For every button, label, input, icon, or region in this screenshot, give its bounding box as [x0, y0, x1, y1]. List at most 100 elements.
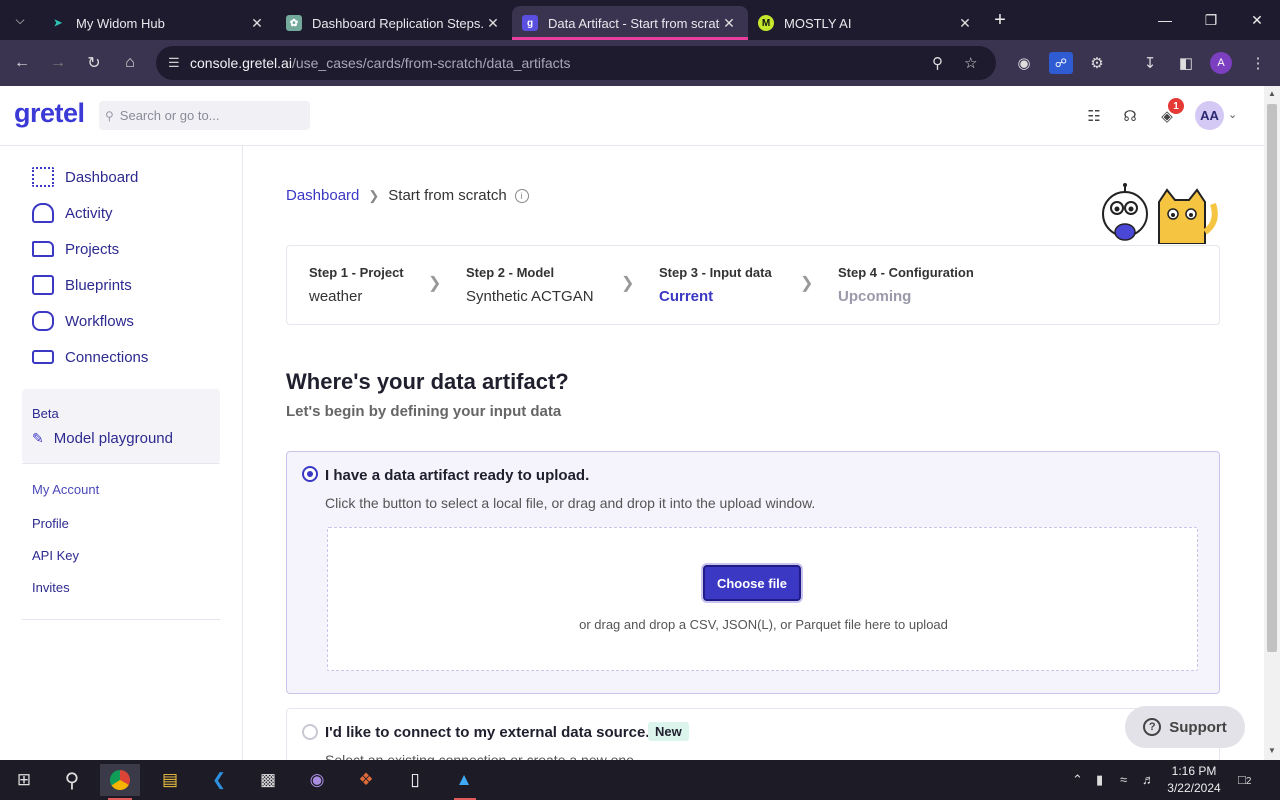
step-value: Current [659, 288, 714, 305]
scroll-thumb[interactable] [1267, 104, 1277, 652]
gretel-logo[interactable]: gretel [14, 98, 85, 129]
upload-dropzone[interactable]: Choose file or drag and drop a CSV, JSON… [327, 527, 1198, 671]
browser-tab[interactable]: ✿ Dashboard Replication Steps. ✕ [276, 6, 512, 40]
bookmark-star-icon[interactable]: ☆ [964, 54, 977, 72]
github-desktop-icon[interactable]: ◉ [297, 764, 337, 796]
page-scrollbar[interactable]: ▲ ▼ [1264, 86, 1280, 760]
upload-option-radio[interactable] [302, 466, 318, 482]
upload-option-description: Click the button to select a local file,… [325, 495, 816, 511]
headset-icon[interactable]: ☊ [1120, 106, 1140, 126]
invites-link[interactable]: Invites [32, 580, 70, 595]
connect-option-card[interactable]: I'd like to connect to my external data … [286, 708, 1220, 768]
step-2[interactable]: Step 2 - Model Synthetic ACTGAN [466, 265, 594, 305]
sidebar-item-blueprints[interactable]: Blueprints [32, 273, 132, 297]
notepad-icon[interactable]: ▯ [395, 764, 435, 796]
close-tab-icon[interactable]: ✕ [484, 15, 502, 32]
docs-book-icon[interactable]: ☷ [1084, 106, 1104, 126]
scroll-up-icon[interactable]: ▲ [1264, 89, 1280, 98]
url-path: /use_cases/cards/from-scratch/data_artif… [291, 55, 571, 71]
file-explorer-icon[interactable]: ▤ [150, 764, 190, 796]
step-1[interactable]: Step 1 - Project weather [309, 265, 404, 305]
reload-icon[interactable]: ↻ [76, 45, 112, 81]
bitwarden-extension-icon[interactable]: ☍ [1049, 52, 1073, 74]
notification-count: 2 [1245, 776, 1252, 787]
chevron-right-icon: ❯ [368, 187, 380, 203]
close-tab-icon[interactable]: ✕ [248, 15, 266, 32]
step-title: Step 4 - Configuration [838, 265, 974, 280]
notification-center-icon[interactable]: □2 [1238, 772, 1251, 787]
restore-icon[interactable]: ❐ [1188, 0, 1234, 40]
url-host: console.gretel.ai [190, 55, 292, 71]
scroll-down-icon[interactable]: ▼ [1264, 746, 1280, 755]
browser-tab[interactable]: ➤ My Widom Hub ✕ [40, 6, 276, 40]
chrome-taskbar-icon[interactable] [100, 764, 140, 800]
new-tab-icon[interactable]: + [984, 9, 1016, 32]
profile-link[interactable]: Profile [32, 516, 69, 531]
clock-time: 1:16 PM [1171, 764, 1217, 778]
site-settings-icon[interactable]: ☰ [168, 55, 190, 71]
wifi-icon[interactable]: ≈ [1120, 772, 1127, 787]
extension-icon[interactable]: ◉ [1012, 52, 1036, 74]
sidebar-item-label: Model playground [53, 430, 173, 447]
side-panel-icon[interactable]: ◧ [1174, 52, 1198, 74]
tab-search-chevron-icon[interactable]: ⌵ [0, 0, 40, 40]
photos-icon[interactable]: ▲ [444, 764, 484, 796]
browser-menu-icon[interactable]: ⋮ [1246, 52, 1270, 74]
search-icon: ⚲ [105, 108, 114, 123]
address-bar[interactable]: ☰ console.gretel.ai/use_cases/cards/from… [156, 46, 996, 80]
close-window-icon[interactable]: ✕ [1234, 0, 1280, 40]
taskbar-clock[interactable]: 1:16 PM 3/22/2024 [1166, 763, 1222, 797]
minimize-icon[interactable]: — [1142, 0, 1188, 40]
forward-arrow-icon[interactable]: → [40, 45, 76, 81]
windows-start-icon[interactable]: ⊞ [4, 764, 44, 796]
sidebar-item-label: Dashboard [65, 168, 139, 186]
search-input[interactable] [119, 108, 300, 123]
sidebar-item-dashboard[interactable]: Dashboard [32, 165, 138, 189]
extensions-puzzle-icon[interactable]: ⚙ [1085, 52, 1109, 74]
download-icon[interactable]: ↧ [1138, 52, 1162, 74]
chatgpt-favicon-icon: ✿ [286, 15, 302, 31]
sidebar-item-projects[interactable]: Projects [32, 237, 119, 261]
notification-badge: 1 [1168, 98, 1184, 114]
git-app-icon[interactable]: ❖ [346, 764, 386, 796]
search-box[interactable]: ⚲ [99, 101, 310, 130]
back-arrow-icon[interactable]: ← [4, 45, 40, 81]
browser-tab[interactable]: M MOSTLY AI ✕ [748, 6, 984, 40]
volume-icon[interactable]: ♬ [1142, 772, 1155, 787]
breadcrumb-dashboard-link[interactable]: Dashboard [286, 187, 359, 204]
sidebar-item-connections[interactable]: Connections [32, 345, 148, 369]
api-key-link[interactable]: API Key [32, 548, 79, 563]
search-icon[interactable]: ⚲ [52, 764, 92, 796]
choose-file-button[interactable]: Choose file [703, 565, 801, 601]
pencil-sparkle-icon: ✎ [32, 430, 44, 446]
step-progress: Step 1 - Project weather ❯ Step 2 - Mode… [286, 245, 1220, 325]
support-button[interactable]: ? Support [1125, 706, 1245, 748]
home-icon[interactable]: ⌂ [112, 45, 148, 81]
close-tab-icon[interactable]: ✕ [720, 15, 738, 32]
connect-option-radio[interactable] [302, 724, 318, 740]
tab-title: Dashboard Replication Steps. [312, 15, 484, 31]
info-icon[interactable]: i [514, 188, 529, 203]
blueprint-icon [32, 275, 54, 295]
sidebar-item-workflows[interactable]: Workflows [32, 309, 134, 333]
chevron-right-icon: ❯ [621, 275, 635, 292]
zoom-search-icon[interactable]: ⚲ [932, 54, 943, 72]
sidebar-item-label: Blueprints [65, 276, 132, 294]
sidebar-item-activity[interactable]: Activity [32, 201, 113, 225]
connection-icon [32, 350, 54, 364]
step-3: Step 3 - Input data Current [659, 265, 772, 305]
tray-chevron-up-icon[interactable]: ⌃ [1072, 772, 1083, 788]
close-tab-icon[interactable]: ✕ [956, 15, 974, 32]
beta-section: Beta ✎ Model playground [22, 389, 220, 463]
upload-option-card[interactable]: I have a data artifact ready to upload. … [286, 451, 1220, 694]
chevron-down-icon[interactable]: ⌄ [1228, 108, 1237, 121]
browser-tab-active[interactable]: g Data Artifact - Start from scratch ✕ [512, 6, 748, 40]
sidebar-item-model-playground[interactable]: ✎ Model playground [32, 430, 173, 447]
user-avatar[interactable]: AA [1195, 101, 1224, 130]
mascot-illustration [1102, 183, 1218, 244]
help-circle-icon: ? [1143, 718, 1162, 736]
battery-icon[interactable]: ▮ [1096, 772, 1103, 788]
vscode-icon[interactable]: ❮ [199, 764, 239, 796]
profile-avatar[interactable]: A [1210, 52, 1232, 74]
terminal-icon[interactable]: ▩ [248, 764, 288, 796]
